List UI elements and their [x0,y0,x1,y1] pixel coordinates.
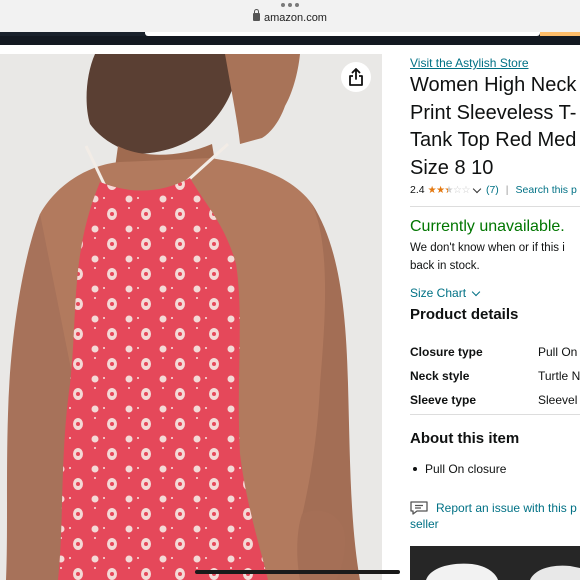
report-issue-text: Report an issue with this p [436,501,577,515]
product-image[interactable] [0,54,382,580]
product-title: Women High Neck Print Sleeveless T- Tank… [410,72,580,182]
availability-note: We don't know when or if this i back in … [410,240,580,275]
address-bar[interactable]: amazon.com [0,9,580,24]
list-item: Pull On closure [410,462,506,476]
rating-score: 2.4 [410,184,425,196]
title-line: Women High Neck [410,74,577,96]
detail-row: Closure type Pull On [410,340,580,364]
related-product-thumbnail[interactable] [410,546,580,580]
lock-icon [253,9,260,21]
title-line: Print Sleeveless T- [410,101,577,124]
detail-key: Sleeve type [410,393,477,407]
detail-row: Neck style Turtle N [410,364,580,388]
search-bar[interactable] [145,32,540,36]
chevron-down-icon [471,287,481,296]
home-indicator[interactable] [195,570,400,574]
about-this-item-heading: About this item [410,430,520,447]
star-rating-icon[interactable]: ★★★★☆☆ [428,185,471,196]
size-chart-label: Size Chart [410,286,467,300]
header-nav [0,32,145,36]
report-issue-text-2: seller [410,517,439,531]
share-icon [349,68,363,86]
detail-row: Sleeve type Sleevel [410,388,580,412]
store-link[interactable]: Visit the Astylish Store [410,56,529,70]
title-line: Tank Top Red Med [410,129,577,151]
rating-row: 2.4 ★★★★☆☆ (7) | Search this p [410,184,577,196]
product-details-table: Closure type Pull On Neck style Turtle N… [410,340,580,412]
product-info-panel: Visit the Astylish Store Women High Neck… [410,54,580,580]
report-comment-icon [410,501,428,515]
search-button[interactable] [540,32,580,36]
size-chart-link[interactable]: Size Chart [410,286,485,300]
amazon-header [0,32,580,45]
share-button[interactable] [341,62,371,92]
divider [410,414,580,415]
availability-note-line: We don't know when or if this i [410,242,565,254]
search-this-page-link[interactable]: Search this p [516,184,577,196]
more-options-icon[interactable] [281,3,299,7]
product-details-heading: Product details [410,306,519,323]
detail-key: Neck style [410,369,470,383]
url-text: amazon.com [264,12,327,24]
report-issue-link[interactable]: Report an issue with this p seller [410,500,577,532]
rating-count-link[interactable]: (7) [486,184,499,196]
divider [410,206,580,207]
detail-key: Closure type [410,345,483,359]
title-line: Size 8 10 [410,156,494,179]
availability-note-line: back in stock. [410,259,480,272]
about-list: Pull On closure [410,462,506,476]
separator: | [505,184,509,196]
product-photo [0,54,382,580]
browser-top-bar: amazon.com [0,0,580,32]
thumbnail-image [410,546,580,580]
detail-value: Turtle N [538,369,580,383]
detail-value: Sleevel [538,393,578,407]
availability-status: Currently unavailable. [410,218,565,235]
chevron-down-icon[interactable] [472,184,482,193]
detail-value: Pull On [538,345,578,359]
